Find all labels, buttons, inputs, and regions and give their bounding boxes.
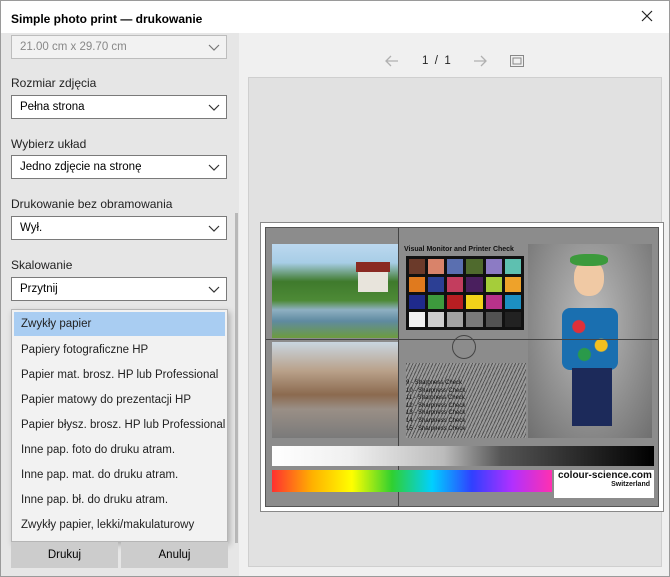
color-swatch [485,276,502,292]
brand-country: Switzerland [611,481,650,488]
brand-box: colour-science.com Switzerland [554,470,654,498]
color-swatch [428,259,445,274]
color-swatch [409,259,426,274]
color-swatch [428,312,445,327]
color-swatch [409,276,426,292]
sharpness-label: 13 - Sharpness Check [406,410,466,417]
color-swatch [447,276,464,292]
color-swatch-grid [406,256,524,330]
scaling-select[interactable]: Przytnij [11,277,227,301]
close-button[interactable] [625,1,669,31]
color-swatch [409,312,426,327]
print-preview-page: Visual Monitor and Printer Check 9 - Sha… [260,222,664,512]
brand-text: colour-science.com [558,470,652,481]
paper-type-option[interactable]: Zwykły papier [14,312,225,336]
chevron-down-icon [208,286,220,293]
color-swatch [428,276,445,292]
page-separator: / [434,55,438,67]
paper-type-dropdown-list[interactable]: Zwykły papier Papiery fotograficzne HP Pap… [11,309,228,542]
borderless-value: Wył. [20,222,43,234]
layout-value: Jedno zdjęcie na stronę [20,161,142,173]
sharpness-label: 15 - Sharpness Check [406,425,466,432]
print-button[interactable]: Drukuj [11,542,118,568]
next-page-button[interactable] [473,55,487,67]
close-icon [641,10,653,22]
color-swatch [466,276,483,292]
settings-scrollbar[interactable] [235,213,238,543]
color-swatch [504,312,521,327]
color-swatch [485,259,502,274]
previous-page-button[interactable] [385,55,399,67]
paper-type-option[interactable]: Zwykły papier, lekki/makulaturowy [12,513,227,538]
color-swatch [504,259,521,274]
color-swatch [504,294,521,310]
preview-area: Visual Monitor and Printer Check 9 - Sha… [248,77,664,567]
chevron-down-icon [208,225,220,232]
paper-type-option[interactable]: Papier mat. brosz. HP lub Professional [12,363,227,388]
layout-label: Wybierz układ [11,137,87,151]
color-swatch [466,259,483,274]
scaling-label: Skalowanie [11,258,73,272]
color-swatch [485,294,502,310]
paper-size-value: 21.00 cm x 29.70 cm [20,41,127,53]
borderless-select[interactable]: Wył. [11,216,227,240]
paper-type-option[interactable]: Papier matowy do prezentacji HP [12,388,227,413]
chart-title: Visual Monitor and Printer Check [404,246,514,253]
color-swatch [409,294,426,310]
page-indicator: 1 / 1 [422,55,451,67]
cancel-button[interactable]: Anuluj [121,542,228,568]
color-swatch [447,259,464,274]
paper-type-option[interactable]: Inne pap. foto do druku atram. [12,438,227,463]
title-bar: Simple photo print — drukowanie [1,1,669,33]
fit-to-window-button[interactable] [509,54,525,68]
sharpness-label: 12 - Sharpness Check [406,402,466,409]
chevron-down-icon [208,164,220,171]
photo-size-value: Pełna strona [20,101,85,113]
sharpness-label: 9 - Sharpness Check [406,380,463,386]
sharpness-label: 14 - Sharpness Check [406,417,466,424]
color-swatch [447,294,464,310]
page-current: 1 [422,55,429,67]
grayscale-ramp [272,446,654,466]
paper-type-option[interactable]: Papier błysz. brosz. HP lub Professional [12,413,227,438]
photo-street [272,342,398,438]
color-swatch [485,312,502,327]
color-swatch [466,312,483,327]
page-total: 1 [444,55,451,67]
test-chart-image: Visual Monitor and Printer Check 9 - Sha… [265,227,659,507]
chevron-down-icon [208,104,220,111]
color-swatch [466,294,483,310]
preview-panel: 1 / 1 Visual Monitor and Printer Check 9… [239,33,669,576]
color-swatch [447,312,464,327]
sharpness-label: 11 - Sharpness Check [406,395,465,402]
photo-size-label: Rozmiar zdjęcia [11,76,97,90]
sharpness-labels: 9 - Sharpness Check 10 - Sharpness Check 1… [406,380,496,433]
layout-select[interactable]: Jedno zdjęcie na stronę [11,155,227,179]
window-title: Simple photo print — drukowanie [11,12,203,26]
color-swatch [504,276,521,292]
print-dialog: Simple photo print — drukowanie 21.00 cm… [0,0,670,577]
paper-type-option[interactable]: Inne pap. mat. do druku atram. [12,463,227,488]
spectrum-bar [272,470,552,492]
scaling-value: Przytnij [20,283,58,295]
paper-type-option[interactable]: Inne pap. bł. do druku atram. [12,488,227,513]
sharpness-label: 10 - Sharpness Check [406,387,466,394]
paper-type-option[interactable]: Papiery fotograficzne HP [12,338,227,363]
borderless-label: Drukowanie bez obramowania [11,197,173,211]
photo-size-select[interactable]: Pełna strona [11,95,227,119]
chevron-down-icon [208,44,220,51]
color-swatch [428,294,445,310]
paper-size-select[interactable]: 21.00 cm x 29.70 cm [11,35,227,59]
